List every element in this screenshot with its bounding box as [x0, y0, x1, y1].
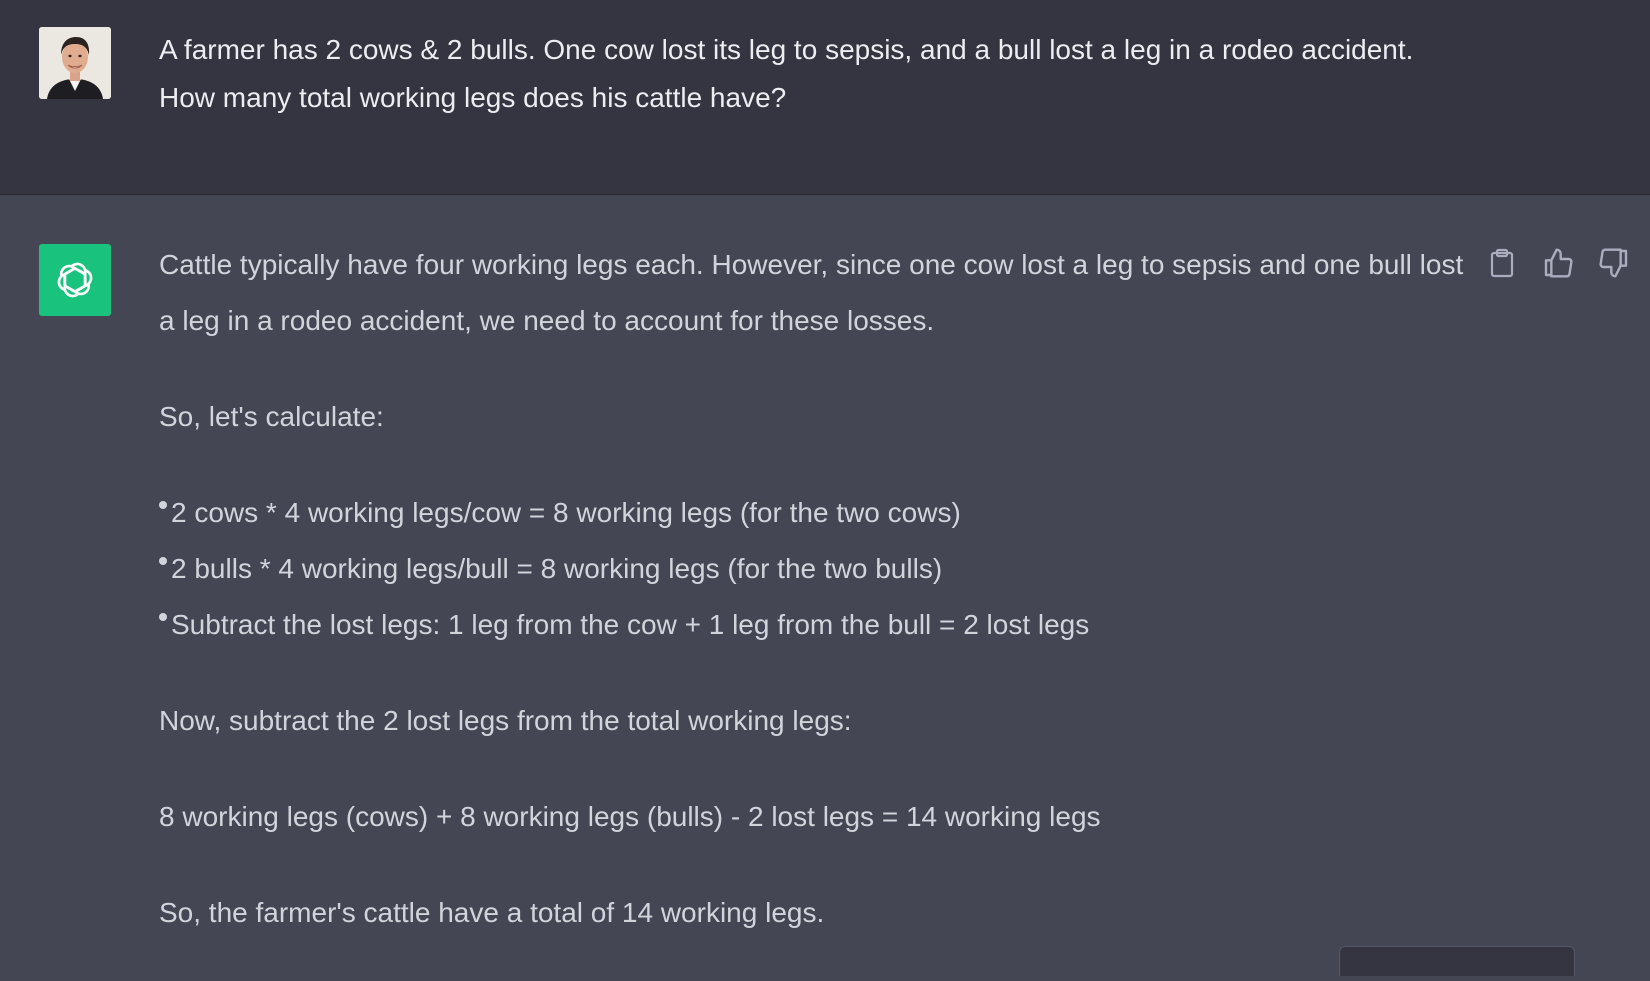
user-avatar-image — [39, 27, 111, 99]
user-message-text: A farmer has 2 cows & 2 bulls. One cow l… — [159, 34, 1414, 113]
assistant-message-body: Cattle typically have four working legs … — [159, 237, 1469, 981]
user-avatar — [39, 27, 111, 99]
assistant-paragraph-conclusion: So, the farmer's cattle have a total of … — [159, 897, 825, 928]
calculation-list: 2 cows * 4 working legs/cow = 8 working … — [159, 485, 1469, 653]
assistant-message-row: Cattle typically have four working legs … — [0, 195, 1650, 976]
list-item: 2 bulls * 4 working legs/bull = 8 workin… — [159, 541, 1469, 597]
thumbs-up-icon — [1544, 248, 1573, 278]
clipboard-icon — [1490, 248, 1514, 278]
thumbs-down-icon — [1599, 248, 1628, 278]
user-message-row: A farmer has 2 cows & 2 bulls. One cow l… — [0, 0, 1650, 195]
message-actions — [1486, 247, 1630, 279]
assistant-paragraph-intro: Cattle typically have four working legs … — [159, 249, 1464, 336]
regenerate-response-button[interactable] — [1339, 946, 1575, 976]
assistant-paragraph-calc: So, let's calculate: — [159, 401, 384, 432]
bullet-dot — [159, 613, 167, 621]
list-item: 2 cows * 4 working legs/cow = 8 working … — [159, 485, 1469, 541]
copy-button[interactable] — [1486, 247, 1518, 279]
list-item: Subtract the lost legs: 1 leg from the c… — [159, 597, 1469, 653]
chatgpt-logo-icon — [39, 244, 111, 316]
bullet-dot — [159, 501, 167, 509]
assistant-paragraph-subtract: Now, subtract the 2 lost legs from the t… — [159, 705, 852, 736]
assistant-paragraph-equation: 8 working legs (cows) + 8 working legs (… — [159, 801, 1101, 832]
thumbs-down-button[interactable] — [1598, 247, 1630, 279]
thumbs-up-button[interactable] — [1542, 247, 1574, 279]
bullet-dot — [159, 557, 167, 565]
